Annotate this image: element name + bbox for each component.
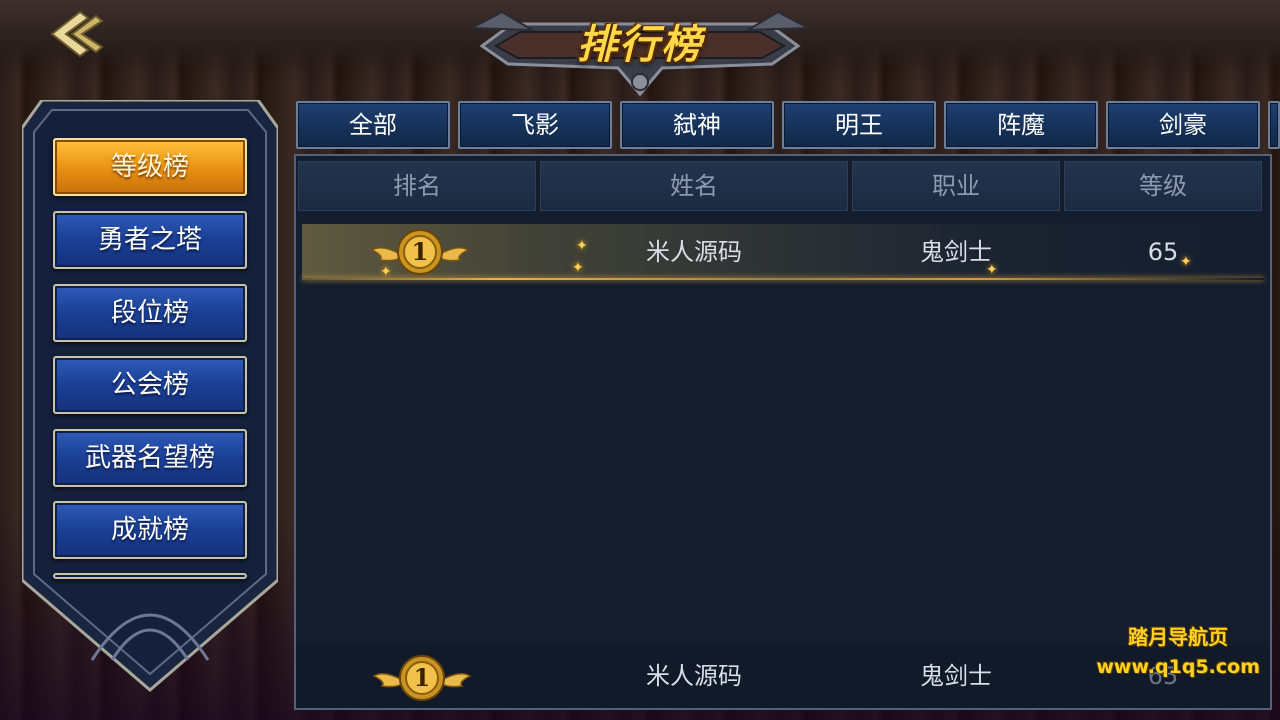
sidebar-item-guild[interactable]: 公会榜 bbox=[53, 356, 247, 414]
tab-all[interactable]: 全部 bbox=[296, 101, 450, 149]
watermark-line1: 踏月导航页 bbox=[1128, 625, 1229, 649]
page-title: 排行榜 bbox=[577, 22, 703, 68]
sparkle-icon: ✦ bbox=[380, 264, 392, 280]
sparkle-icon: ✦ bbox=[576, 238, 588, 254]
watermark: 踏月导航页 www.q1q5.com bbox=[1096, 622, 1260, 682]
back-arrow-icon bbox=[50, 10, 104, 58]
sparkle-icon: ✦ bbox=[572, 260, 584, 276]
rank-number: 1 bbox=[411, 237, 429, 266]
title-plate: 排行榜 bbox=[468, 6, 812, 98]
sparkle-icon: ✦ bbox=[986, 262, 998, 278]
sidebar-item-tower[interactable]: 勇者之塔 bbox=[53, 211, 247, 269]
my-job: 鬼剑士 bbox=[920, 662, 992, 690]
my-name: 米人源码 bbox=[646, 662, 742, 690]
tab-zhenmo[interactable]: 阵魔 bbox=[944, 101, 1098, 149]
sidebar-item-level[interactable]: 等级榜 bbox=[53, 138, 247, 196]
sidebar-item-tier[interactable]: 段位榜 bbox=[53, 284, 247, 342]
tab-shishen[interactable]: 弑神 bbox=[620, 101, 774, 149]
player-level: 65 bbox=[1147, 238, 1179, 266]
tab-more[interactable] bbox=[1268, 101, 1280, 149]
tab-jianhao[interactable]: 剑豪 bbox=[1106, 101, 1260, 149]
watermark-line2: www.q1q5.com bbox=[1096, 656, 1260, 678]
column-header-name: 姓名 bbox=[540, 161, 848, 211]
sidebar-item-more[interactable] bbox=[53, 573, 247, 579]
player-job: 鬼剑士 bbox=[920, 238, 992, 266]
column-header-level: 等级 bbox=[1064, 161, 1262, 211]
tab-mingwang[interactable]: 明王 bbox=[782, 101, 936, 149]
sparkle-icon: ✦ bbox=[1180, 254, 1192, 270]
sidebar-item-achievement[interactable]: 成就榜 bbox=[53, 501, 247, 559]
my-rank-number: 1 bbox=[413, 663, 431, 692]
tab-feiying[interactable]: 飞影 bbox=[458, 101, 612, 149]
column-header-job: 职业 bbox=[852, 161, 1060, 211]
column-header-rank: 排名 bbox=[298, 161, 536, 211]
sidebar-item-weapon-fame[interactable]: 武器名望榜 bbox=[53, 429, 247, 487]
back-button[interactable] bbox=[44, 6, 108, 62]
